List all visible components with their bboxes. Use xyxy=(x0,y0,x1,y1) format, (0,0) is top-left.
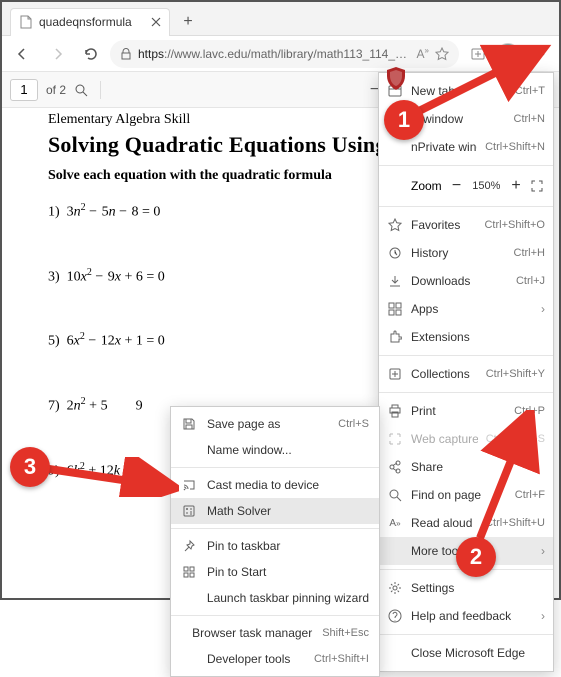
equation-3: 3) 10x2 − 9x + 6 = 0 xyxy=(48,267,358,286)
collections-icon xyxy=(387,367,403,381)
page-count-label: of 2 xyxy=(46,83,66,97)
more-tools-menu: Save page as Ctrl+S Name window... Cast … xyxy=(170,406,380,677)
submenu-math-solver[interactable]: Math Solver xyxy=(171,498,379,524)
shield-icon xyxy=(385,67,407,91)
menu-favorites[interactable]: Favorites Ctrl+Shift+O xyxy=(379,211,553,239)
print-icon xyxy=(387,404,403,418)
cast-icon xyxy=(181,478,197,492)
annotation-arrow-3 xyxy=(44,457,179,497)
pin-icon xyxy=(181,539,197,553)
menu-settings[interactable]: Settings xyxy=(379,574,553,602)
back-button[interactable] xyxy=(8,39,38,69)
menu-collections[interactable]: Collections Ctrl+Shift+Y xyxy=(379,360,553,388)
menu-zoom-row: Zoom − 150% + xyxy=(379,170,553,202)
submenu-name-window[interactable]: Name window... xyxy=(171,437,379,463)
capture-icon xyxy=(387,432,403,446)
chevron-right-icon: › xyxy=(541,609,545,623)
zoom-out-button[interactable]: − xyxy=(448,176,466,196)
help-icon xyxy=(387,609,403,623)
submenu-cast[interactable]: Cast media to device xyxy=(171,472,379,498)
browser-menu: New tab Ctrl+T w window Ctrl+N nPrivate … xyxy=(378,72,554,672)
star-icon xyxy=(387,218,403,232)
menu-apps[interactable]: Apps › xyxy=(379,295,553,323)
submenu-pin-taskbar[interactable]: Pin to taskbar xyxy=(171,533,379,559)
extensions-icon xyxy=(387,330,403,344)
annotation-arrow-1 xyxy=(407,42,552,117)
equation-5: 5) 6x2 − 12x + 1 = 0 xyxy=(48,331,358,350)
search-pdf-icon[interactable] xyxy=(74,83,88,97)
fullscreen-icon[interactable] xyxy=(531,180,545,192)
submenu-pin-start[interactable]: Pin to Start xyxy=(171,559,379,585)
tab-title: quadeqnsformula xyxy=(39,15,145,29)
annotation-badge-2: 2 xyxy=(456,537,496,577)
annotation-badge-1: 1 xyxy=(384,100,424,140)
zoom-in-button[interactable]: + xyxy=(507,176,525,196)
math-icon xyxy=(181,504,197,518)
download-icon xyxy=(387,274,403,288)
submenu-dev-tools[interactable]: Developer tools Ctrl+Shift+I xyxy=(171,646,379,672)
menu-downloads[interactable]: Downloads Ctrl+J xyxy=(379,267,553,295)
lock-icon xyxy=(120,48,132,60)
page-number-input[interactable] xyxy=(10,79,38,101)
refresh-button[interactable] xyxy=(76,39,106,69)
read-aloud-icon: A» xyxy=(387,518,403,529)
menu-extensions[interactable]: Extensions xyxy=(379,323,553,351)
tab-bar: quadeqnsformula + xyxy=(2,2,559,36)
chevron-right-icon: › xyxy=(541,544,545,558)
gear-icon xyxy=(387,581,403,595)
new-tab-button[interactable]: + xyxy=(174,8,202,36)
menu-close-edge[interactable]: Close Microsoft Edge xyxy=(379,639,553,667)
submenu-launch-wizard[interactable]: Launch taskbar pinning wizard xyxy=(171,585,379,611)
zoom-percent: 150% xyxy=(471,180,501,192)
find-icon xyxy=(387,488,403,502)
submenu-task-manager[interactable]: Browser task manager Shift+Esc xyxy=(171,620,379,646)
browser-tab[interactable]: quadeqnsformula xyxy=(10,8,170,36)
page-icon xyxy=(19,15,33,29)
annotation-badge-3: 3 xyxy=(10,447,50,487)
forward-button[interactable] xyxy=(42,39,72,69)
tab-close-icon[interactable] xyxy=(151,17,161,27)
chevron-right-icon: › xyxy=(541,302,545,316)
menu-help[interactable]: Help and feedback › xyxy=(379,602,553,630)
share-icon xyxy=(387,460,403,474)
equation-1: 1) 3n2 − 5n − 8 = 0 xyxy=(48,202,358,221)
apps-icon xyxy=(387,302,403,316)
annotation-arrow-2 xyxy=(470,410,540,545)
url-text: https://www.lavc.edu/math/library/math11… xyxy=(138,47,411,61)
menu-history[interactable]: History Ctrl+H xyxy=(379,239,553,267)
pin-start-icon xyxy=(181,565,197,579)
history-icon xyxy=(387,246,403,260)
save-icon xyxy=(181,417,197,431)
submenu-save-as[interactable]: Save page as Ctrl+S xyxy=(171,411,379,437)
